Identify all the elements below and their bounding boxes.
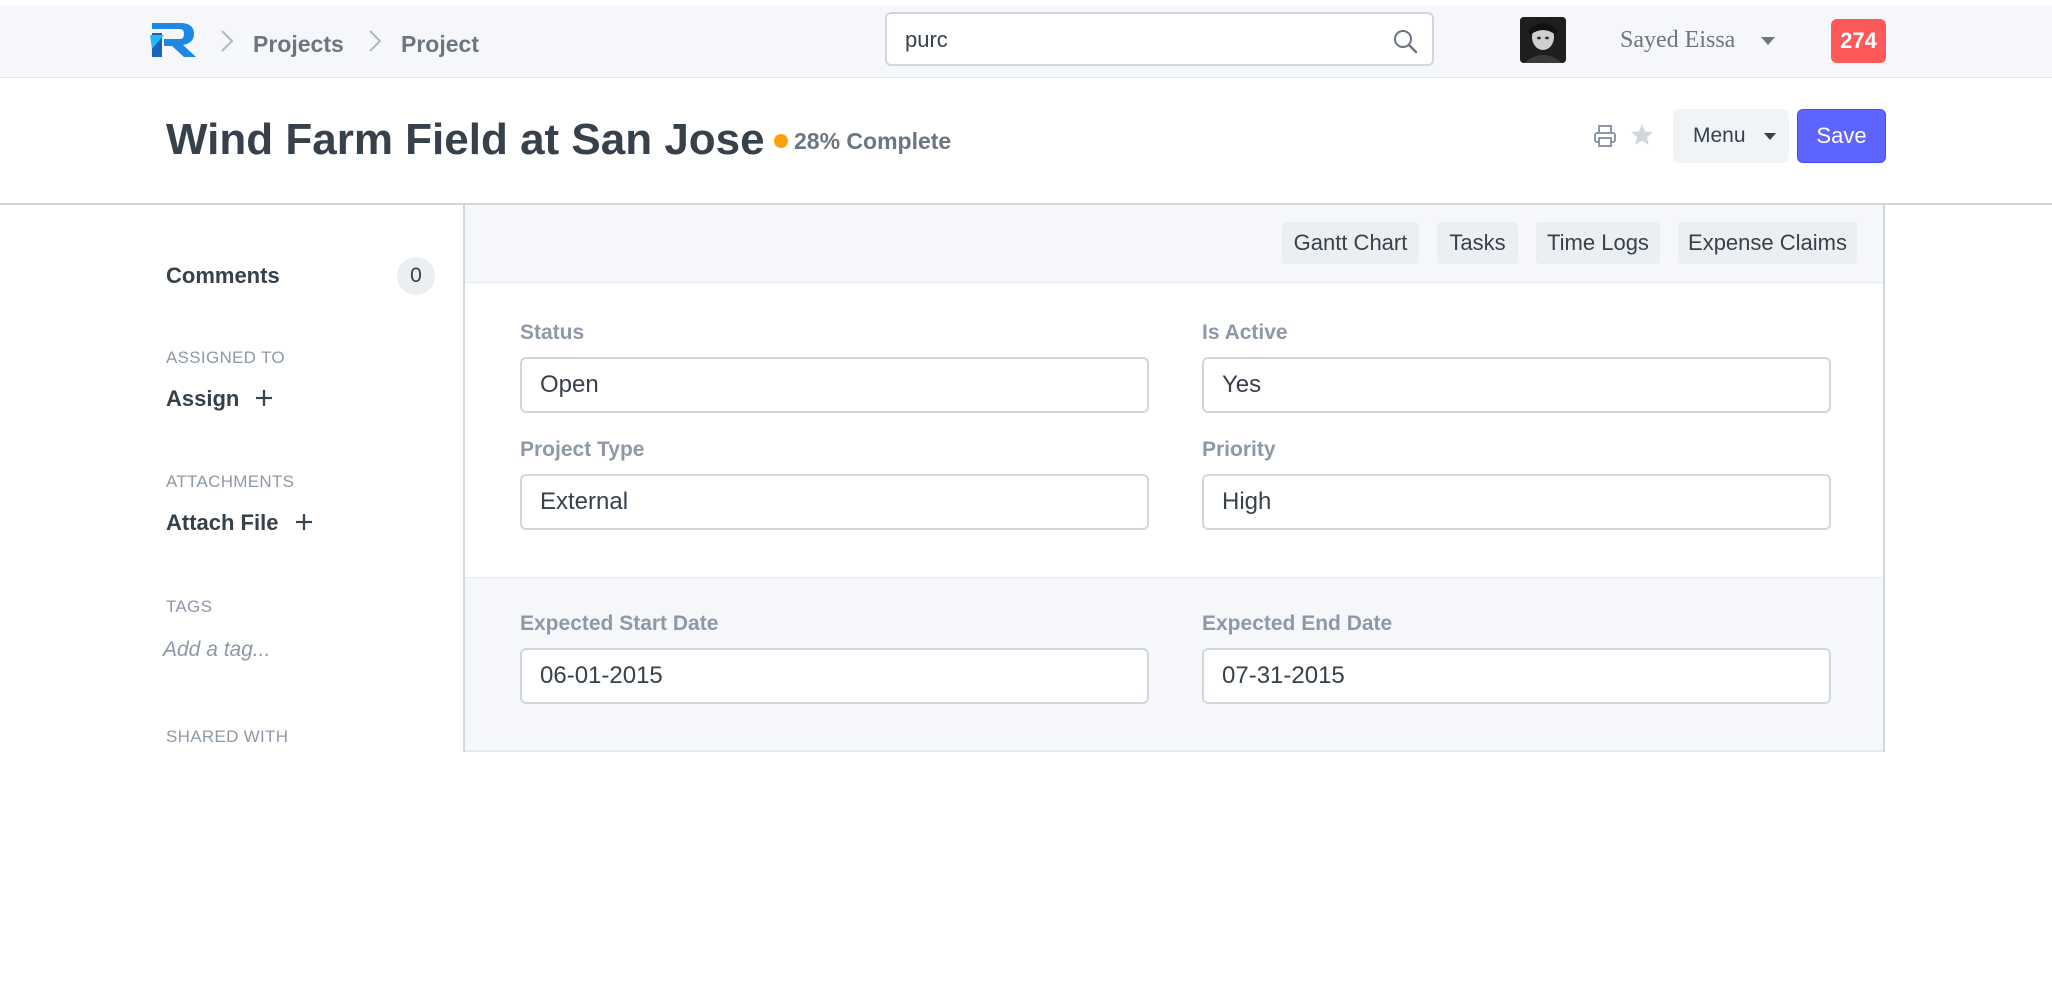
gantt-chart-button[interactable]: Gantt Chart (1282, 222, 1419, 264)
assign-button[interactable]: Assign (166, 385, 273, 413)
expected-end-date-label: Expected End Date (1202, 612, 1393, 635)
status-indicator-icon (774, 134, 788, 148)
status-label: Status (520, 321, 585, 344)
breadcrumb-projects[interactable]: Projects (253, 29, 344, 59)
time-logs-button[interactable]: Time Logs (1536, 222, 1660, 264)
project-type-label: Project Type (520, 438, 645, 461)
is-active-select[interactable]: Yes (1202, 357, 1831, 413)
comments-link[interactable]: Comments (166, 262, 280, 290)
chevron-right-icon (369, 30, 382, 52)
priority-select[interactable]: High (1202, 474, 1831, 530)
status-select[interactable]: Open (520, 357, 1149, 413)
user-photo (1520, 17, 1566, 63)
tasks-button[interactable]: Tasks (1437, 222, 1518, 264)
menu-button[interactable]: Menu (1673, 109, 1789, 163)
notifications-badge[interactable]: 274 (1831, 19, 1886, 63)
caret-down-icon (1764, 133, 1776, 140)
search-icon[interactable] (1392, 28, 1418, 54)
add-tag-input[interactable]: Add a tag... (163, 636, 270, 664)
comments-count-badge: 0 (397, 257, 435, 295)
assign-label: Assign (166, 386, 240, 411)
priority-label: Priority (1202, 438, 1276, 461)
navbar: Projects Project Sayed Eissa 274 (0, 5, 2052, 78)
status-text: 28% Complete (794, 128, 952, 154)
expected-start-date-label: Expected Start Date (520, 612, 719, 635)
expected-start-date-field[interactable]: 06-01-2015 (520, 648, 1149, 704)
user-menu[interactable]: Sayed Eissa (1620, 25, 1735, 55)
form-links-toolbar: Gantt Chart Tasks Time Logs Expense Clai… (465, 205, 1883, 283)
chevron-right-icon (221, 30, 234, 52)
attach-file-label: Attach File (166, 510, 279, 535)
print-icon[interactable] (1592, 123, 1618, 149)
save-button[interactable]: Save (1797, 109, 1886, 163)
tags-label: TAGS (166, 597, 213, 616)
form-section-details: Status Open Is Active Yes Project Type E… (465, 283, 1883, 578)
assigned-to-label: ASSIGNED TO (166, 348, 285, 367)
plus-icon (295, 514, 312, 530)
search-input[interactable] (905, 24, 1385, 56)
breadcrumb-project[interactable]: Project (401, 29, 479, 59)
search-box[interactable] (885, 12, 1434, 66)
expected-end-date-field[interactable]: 07-31-2015 (1202, 648, 1831, 704)
form-layout: Gantt Chart Tasks Time Logs Expense Clai… (463, 205, 1885, 752)
caret-down-icon[interactable] (1761, 37, 1775, 45)
avatar[interactable] (1520, 17, 1566, 63)
page-title: Wind Farm Field at San Jose (166, 115, 765, 164)
attachments-label: ATTACHMENTS (166, 472, 295, 491)
attach-file-button[interactable]: Attach File (166, 509, 313, 537)
plus-icon (256, 390, 273, 406)
project-type-field[interactable]: External (520, 474, 1149, 530)
is-active-label: Is Active (1202, 321, 1288, 344)
page-head: Wind Farm Field at San Jose 28% Complete… (0, 78, 2052, 205)
app-logo[interactable] (150, 19, 198, 59)
star-icon[interactable] (1629, 122, 1655, 148)
expense-claims-button[interactable]: Expense Claims (1678, 222, 1857, 264)
shared-with-label: SHARED WITH (166, 727, 289, 746)
form-section-dates: Expected Start Date 06-01-2015 Expected … (465, 578, 1883, 752)
menu-button-label: Menu (1693, 124, 1746, 147)
